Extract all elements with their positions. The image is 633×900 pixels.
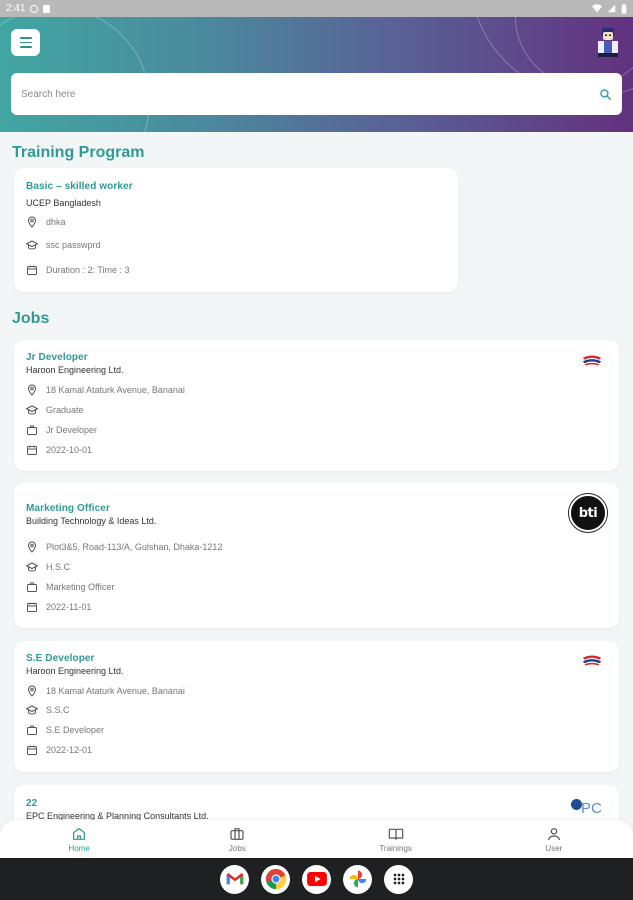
job-education: H.S.C xyxy=(46,562,71,572)
training-duration-row: Duration : 2: Time : 3 xyxy=(26,264,130,276)
job-date: 2022-12-01 xyxy=(46,745,93,755)
job-title: Jr Developer xyxy=(26,352,88,363)
job-address-row: 18 Kamal Ataturk Avenue, Bananai xyxy=(26,685,185,697)
briefcase-icon xyxy=(26,424,38,436)
job-education: Graduate xyxy=(46,405,84,415)
location-pin-icon xyxy=(26,685,38,697)
nav-trainings[interactable]: Trainings xyxy=(317,820,475,858)
job-title: Marketing Officer xyxy=(26,503,110,514)
job-company: Building Technology & Ideas Ltd. xyxy=(26,516,157,526)
briefcase-icon xyxy=(26,724,38,736)
sync-icon xyxy=(30,4,39,13)
search-icon[interactable] xyxy=(599,88,612,101)
youtube-icon[interactable] xyxy=(302,864,331,894)
calendar-icon xyxy=(26,264,38,276)
job-position: Marketing Officer xyxy=(46,582,115,592)
training-card[interactable]: Basic – skilled worker UCEP Bangladesh d… xyxy=(14,168,458,292)
menu-line xyxy=(19,41,32,44)
job-date-row: 2022-12-01 xyxy=(26,744,92,756)
job-address: Plot3&5, Road-113/A, Gulshan, Dhaka-1212 xyxy=(46,542,223,552)
home-icon xyxy=(73,827,86,840)
gmail-icon[interactable] xyxy=(220,864,249,894)
nav-trainings-label: Trainings xyxy=(379,843,412,853)
training-qualification-row: ssc passwprd xyxy=(26,239,101,251)
wifi-icon xyxy=(592,4,602,13)
job-position: S.E Developer xyxy=(46,725,105,735)
chrome-icon[interactable] xyxy=(261,864,290,894)
location-pin-icon xyxy=(26,541,38,553)
training-qualification: ssc passwprd xyxy=(46,240,101,250)
job-card[interactable]: Jr Developer Haroon Engineering Ltd. 18 … xyxy=(14,340,619,471)
job-card[interactable]: Marketing Officer Building Technology & … xyxy=(14,483,619,628)
training-title: Basic – skilled worker xyxy=(26,181,133,192)
user-icon xyxy=(547,827,560,840)
job-education: S.S.C xyxy=(46,705,70,715)
app-header xyxy=(0,17,633,132)
graduation-cap-icon xyxy=(26,704,38,716)
haroon-logo-icon xyxy=(581,354,603,367)
training-location-row: dhka xyxy=(26,216,66,228)
graduation-cap-icon xyxy=(26,561,38,573)
nav-home[interactable]: Home xyxy=(0,820,158,858)
bottom-navigation: Home Jobs Trainings User xyxy=(0,820,633,858)
nav-user[interactable]: User xyxy=(475,820,633,858)
job-position-row: Marketing Officer xyxy=(26,581,114,593)
job-address-row: 18 Kamal Ataturk Avenue, Bananai xyxy=(26,384,185,396)
job-address-row: Plot3&5, Road-113/A, Gulshan, Dhaka-1212 xyxy=(26,541,222,553)
battery-icon xyxy=(621,3,627,14)
menu-button[interactable] xyxy=(11,29,40,56)
nav-user-label: User xyxy=(545,843,563,853)
job-title: 22 xyxy=(26,798,38,809)
training-duration: Duration : 2: Time : 3 xyxy=(46,265,130,275)
job-date: 2022-10-01 xyxy=(46,445,93,455)
book-icon xyxy=(388,828,403,840)
sd-card-icon xyxy=(43,4,51,13)
photos-icon[interactable] xyxy=(343,864,372,894)
menu-line xyxy=(19,46,32,48)
job-title: S.E Developer xyxy=(26,653,95,664)
search-input[interactable] xyxy=(21,88,599,100)
nav-home-label: Home xyxy=(68,843,90,853)
graduation-cap-icon xyxy=(26,404,38,416)
job-card[interactable]: S.E Developer Haroon Engineering Ltd. 18… xyxy=(14,641,619,772)
job-company: Haroon Engineering Ltd. xyxy=(26,666,124,676)
job-position-row: Jr Developer xyxy=(26,424,97,436)
job-address: 18 Kamal Ataturk Avenue, Bananai xyxy=(46,686,185,696)
job-position: Jr Developer xyxy=(46,425,98,435)
location-pin-icon xyxy=(26,216,38,228)
signal-icon xyxy=(607,4,616,13)
job-address: 18 Kamal Ataturk Avenue, Bananai xyxy=(46,385,185,395)
location-pin-icon xyxy=(26,384,38,396)
job-education-row: Graduate xyxy=(26,404,84,416)
calendar-icon xyxy=(26,444,38,456)
briefcase-icon xyxy=(230,827,244,840)
calendar-icon xyxy=(26,744,38,756)
training-location: dhka xyxy=(46,217,66,227)
search-bar[interactable] xyxy=(11,73,622,115)
graduation-cap-icon xyxy=(26,239,38,251)
training-organization: UCEP Bangladesh xyxy=(26,198,101,208)
job-date: 2022-11-01 xyxy=(46,602,92,612)
job-education-row: H.S.C xyxy=(26,561,70,573)
calendar-icon xyxy=(26,601,38,613)
briefcase-icon xyxy=(26,581,38,593)
status-time: 2:41 xyxy=(6,3,26,14)
job-company: Haroon Engineering Ltd. xyxy=(26,365,124,375)
menu-line xyxy=(19,37,32,39)
job-position-row: S.E Developer xyxy=(26,724,104,736)
nav-jobs[interactable]: Jobs xyxy=(158,820,316,858)
system-taskbar xyxy=(0,858,633,900)
bti-logo-icon: bti xyxy=(569,494,607,532)
status-bar: 2:41 xyxy=(0,0,633,17)
job-date-row: 2022-11-01 xyxy=(26,601,91,613)
epc-logo-icon: PC xyxy=(571,795,607,821)
avatar[interactable] xyxy=(595,27,621,57)
app-drawer-icon[interactable] xyxy=(384,864,413,894)
job-education-row: S.S.C xyxy=(26,704,70,716)
training-section-title: Training Program xyxy=(12,144,145,161)
jobs-section-title: Jobs xyxy=(12,310,50,327)
nav-jobs-label: Jobs xyxy=(228,843,246,853)
job-date-row: 2022-10-01 xyxy=(26,444,92,456)
haroon-logo-icon xyxy=(581,654,603,667)
